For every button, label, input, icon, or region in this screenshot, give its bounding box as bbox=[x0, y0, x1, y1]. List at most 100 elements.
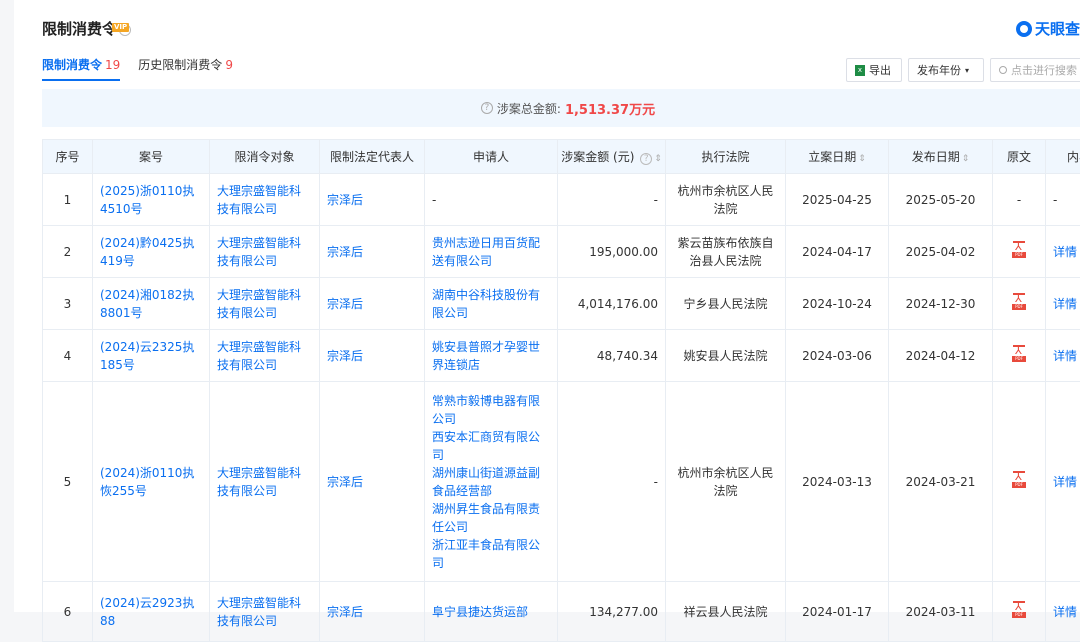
cell-legal-rep-text[interactable]: 宗泽后 bbox=[327, 245, 363, 259]
pdf-icon[interactable]: ⅄PDF bbox=[1012, 345, 1026, 362]
cell-case-no[interactable]: (2024)云2325执185号 bbox=[93, 330, 210, 382]
cell-legal-rep[interactable]: 宗泽后 bbox=[320, 278, 425, 330]
cell-case-no-text[interactable]: (2024)黔0425执419号 bbox=[100, 236, 194, 268]
pdf-icon[interactable]: ⅄PDF bbox=[1012, 601, 1026, 618]
cell-amount-text: - bbox=[654, 193, 658, 207]
cell-filed-date: 2024-10-24 bbox=[786, 278, 889, 330]
header-filed-date[interactable]: 立案日期⇕ bbox=[786, 140, 889, 174]
cell-court: 杭州市余杭区人民法院 bbox=[666, 382, 786, 582]
cell-case-no[interactable]: (2024)黔0425执419号 bbox=[93, 226, 210, 278]
cell-content[interactable]: 详情 bbox=[1046, 382, 1080, 582]
cell-no: 4 bbox=[43, 330, 93, 382]
cell-case-no-text[interactable]: (2024)浙0110执恢255号 bbox=[100, 466, 194, 498]
header-filed-date-label: 立案日期 bbox=[808, 150, 856, 164]
applicant-name[interactable]: 湖南中谷科技股份有限公司 bbox=[432, 286, 550, 322]
cell-target[interactable]: 大理宗盛智能科技有限公司 bbox=[210, 330, 320, 382]
cell-content-text[interactable]: 详情 bbox=[1053, 297, 1077, 311]
cell-publish-date: 2025-05-20 bbox=[889, 174, 993, 226]
header-content: 内容 bbox=[1046, 140, 1080, 174]
applicant-name[interactable]: 姚安县普照才孕婴世界连锁店 bbox=[432, 338, 550, 374]
pdf-icon[interactable]: ⅄PDF bbox=[1012, 241, 1026, 258]
table-row: 3(2024)湘0182执8801号大理宗盛智能科技有限公司宗泽后湖南中谷科技股… bbox=[43, 278, 1080, 330]
cell-applicant[interactable]: 常熟市毅博电器有限公司西安本汇商贸有限公司湖州康山街道源益副食品经营部湖州昇生食… bbox=[425, 382, 558, 582]
tab-restriction-orders[interactable]: 限制消费令19 bbox=[42, 56, 120, 81]
cell-publish-date: 2024-03-21 bbox=[889, 382, 993, 582]
cell-filed-date: 2024-03-06 bbox=[786, 330, 889, 382]
cell-content-text[interactable]: 详情 bbox=[1053, 245, 1077, 259]
sort-icon[interactable]: ⇕ bbox=[858, 154, 866, 164]
cell-court: 紫云苗族布依族自治县人民法院 bbox=[666, 226, 786, 278]
cell-target[interactable]: 大理宗盛智能科技有限公司 bbox=[210, 174, 320, 226]
cell-legal-rep-text[interactable]: 宗泽后 bbox=[327, 475, 363, 489]
header-legal-rep: 限制法定代表人 bbox=[320, 140, 425, 174]
applicant-name[interactable]: 西安本汇商贸有限公司 bbox=[432, 428, 550, 464]
cell-publish-date-text: 2024-12-30 bbox=[906, 297, 976, 311]
cell-legal-rep[interactable]: 宗泽后 bbox=[320, 330, 425, 382]
cell-target-text[interactable]: 大理宗盛智能科技有限公司 bbox=[217, 184, 301, 216]
question-circle-icon[interactable]: ? bbox=[481, 102, 493, 114]
cell-court: 宁乡县人民法院 bbox=[666, 278, 786, 330]
applicant-name[interactable]: 浙江亚丰食品有限公司 bbox=[432, 536, 550, 572]
cell-case-no-text[interactable]: (2024)湘0182执8801号 bbox=[100, 288, 194, 320]
cell-legal-rep[interactable]: 宗泽后 bbox=[320, 174, 425, 226]
cell-content-text[interactable]: 详情 bbox=[1053, 349, 1077, 363]
tab-label: 限制消费令 bbox=[42, 58, 102, 72]
applicant-name[interactable]: 湖州康山街道源益副食品经营部 bbox=[432, 464, 550, 500]
cell-applicant[interactable]: 姚安县普照才孕婴世界连锁店 bbox=[425, 330, 558, 382]
cell-court: 姚安县人民法院 bbox=[666, 330, 786, 382]
applicant-name[interactable]: 贵州志逊日用百货配送有限公司 bbox=[432, 234, 550, 270]
cell-publish-date-text: 2024-04-12 bbox=[906, 349, 976, 363]
cell-target-text[interactable]: 大理宗盛智能科技有限公司 bbox=[217, 236, 301, 268]
cell-case-no[interactable]: (2024)浙0110执恢255号 bbox=[93, 382, 210, 582]
cell-case-no[interactable]: (2024)湘0182执8801号 bbox=[93, 278, 210, 330]
pdf-icon[interactable]: ⅄PDF bbox=[1012, 471, 1026, 488]
tab-bar: 限制消费令19 历史限制消费令9 bbox=[42, 56, 251, 81]
header-applicant: 申请人 bbox=[425, 140, 558, 174]
cell-case-no-text[interactable]: (2025)浙0110执4510号 bbox=[100, 184, 194, 216]
sort-icon[interactable]: ⇕ bbox=[654, 154, 662, 164]
cell-applicant[interactable]: 贵州志逊日用百货配送有限公司 bbox=[425, 226, 558, 278]
pdf-icon[interactable]: ⅄PDF bbox=[1012, 293, 1026, 310]
cell-legal-rep[interactable]: 宗泽后 bbox=[320, 382, 425, 582]
cell-original[interactable]: ⅄PDF bbox=[993, 382, 1046, 582]
cell-applicant[interactable]: 湖南中谷科技股份有限公司 bbox=[425, 278, 558, 330]
cell-case-no[interactable]: (2025)浙0110执4510号 bbox=[93, 174, 210, 226]
cell-legal-rep[interactable]: 宗泽后 bbox=[320, 226, 425, 278]
cell-target-text[interactable]: 大理宗盛智能科技有限公司 bbox=[217, 466, 301, 498]
sort-icon[interactable]: ⇕ bbox=[962, 154, 970, 164]
cell-publish-date: 2024-12-30 bbox=[889, 278, 993, 330]
cell-legal-rep-text[interactable]: 宗泽后 bbox=[327, 193, 363, 207]
cell-target-text[interactable]: 大理宗盛智能科技有限公司 bbox=[217, 288, 301, 320]
applicant-name[interactable]: 湖州昇生食品有限责任公司 bbox=[432, 500, 550, 536]
header-no: 序号 bbox=[43, 140, 93, 174]
header-publish-date[interactable]: 发布日期⇕ bbox=[889, 140, 993, 174]
cell-target[interactable]: 大理宗盛智能科技有限公司 bbox=[210, 382, 320, 582]
question-circle-icon[interactable]: ? bbox=[640, 153, 652, 165]
cell-target-text[interactable]: 大理宗盛智能科技有限公司 bbox=[217, 340, 301, 372]
cell-target[interactable]: 大理宗盛智能科技有限公司 bbox=[210, 278, 320, 330]
cell-case-no-text[interactable]: (2024)云2325执185号 bbox=[100, 340, 194, 372]
cell-content[interactable]: 详情 bbox=[1046, 278, 1080, 330]
cell-legal-rep-text[interactable]: 宗泽后 bbox=[327, 349, 363, 363]
cell-original[interactable]: ⅄PDF bbox=[993, 278, 1046, 330]
cell-court-text: 紫云苗族布依族自治县人民法院 bbox=[677, 236, 773, 268]
tab-history-restriction-orders[interactable]: 历史限制消费令9 bbox=[138, 56, 233, 81]
cell-legal-rep-text[interactable]: 宗泽后 bbox=[327, 297, 363, 311]
export-button[interactable]: x 导出 bbox=[846, 58, 902, 82]
cell-content: - bbox=[1046, 174, 1080, 226]
tab-label: 历史限制消费令 bbox=[138, 58, 222, 72]
header-target: 限消令对象 bbox=[210, 140, 320, 174]
publish-year-dropdown[interactable]: 发布年份 ▾ bbox=[908, 58, 984, 82]
cell-original[interactable]: ⅄PDF bbox=[993, 226, 1046, 278]
applicant-name[interactable]: 常熟市毅博电器有限公司 bbox=[432, 392, 550, 428]
cell-no-text: 4 bbox=[64, 349, 72, 363]
table-header-row: 序号 案号 限消令对象 限制法定代表人 申请人 涉案金额 (元) ?⇕ 执行法院… bbox=[43, 140, 1080, 174]
cell-content[interactable]: 详情 bbox=[1046, 226, 1080, 278]
cell-content[interactable]: 详情 bbox=[1046, 330, 1080, 382]
header-amount[interactable]: 涉案金额 (元) ?⇕ bbox=[558, 140, 666, 174]
cell-original[interactable]: ⅄PDF bbox=[993, 330, 1046, 382]
search-input[interactable]: 点击进行搜索 bbox=[990, 58, 1080, 82]
cell-content-text[interactable]: 详情 bbox=[1053, 475, 1077, 489]
excel-icon: x bbox=[855, 65, 865, 76]
cell-target[interactable]: 大理宗盛智能科技有限公司 bbox=[210, 226, 320, 278]
